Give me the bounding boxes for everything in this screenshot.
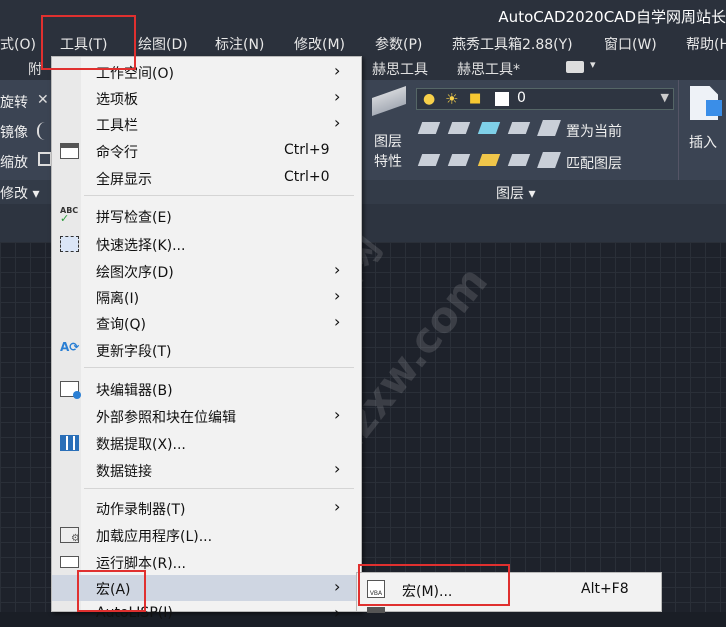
menu-modify[interactable]: 修改(M) <box>294 34 345 54</box>
update-field-icon: A⟳ <box>60 340 80 354</box>
chevron-right-icon: › <box>334 312 341 331</box>
color-swatch <box>495 92 509 106</box>
menu-item-update-fields[interactable]: A⟳ 更新字段(T) <box>52 337 361 363</box>
tools-dropdown-menu: 工作空间(O) › 选项板 › 工具栏 › 命令行 Ctrl+9 全屏显示 Ctrl+0 … <box>51 56 362 622</box>
chevron-right-icon: › <box>334 87 341 106</box>
bulb-icon: ● <box>423 91 436 107</box>
data-extraction-icon <box>60 435 79 451</box>
layer-tool-icon[interactable] <box>417 122 441 134</box>
match-layer-button[interactable]: 匹配图层 <box>566 153 622 173</box>
tab-partial[interactable]: 附 <box>28 59 42 79</box>
layer-name: 0 <box>517 90 526 106</box>
command-line-icon <box>60 143 79 159</box>
highlight-box-macro-submenu-item <box>358 564 510 606</box>
chevron-right-icon: › <box>334 405 341 424</box>
chevron-right-icon: › <box>334 286 341 305</box>
layer-tool-icon[interactable] <box>507 154 531 166</box>
block-editor-icon <box>60 381 81 399</box>
chevron-right-icon: › <box>334 113 341 132</box>
menu-item-data-links[interactable]: 数据链接 › <box>52 457 361 483</box>
menu-item-action-recorder[interactable]: 动作录制器(T) › <box>52 495 361 521</box>
highlight-box-macro-item <box>77 570 146 612</box>
menu-separator <box>84 488 354 489</box>
set-current-button[interactable]: 置为当前 <box>566 121 622 141</box>
menu-item-data-extraction[interactable]: 数据提取(X)... <box>52 430 361 456</box>
chevron-right-icon: › <box>334 497 341 516</box>
spell-check-icon: ABC ✓ <box>60 206 79 225</box>
menu-item-load-application[interactable]: ⚙ 加载应用程序(L)... <box>52 522 361 548</box>
sun-icon: ☀ <box>445 90 459 108</box>
chevron-right-icon: › <box>334 459 341 478</box>
menu-help[interactable]: 帮助(H <box>686 34 726 54</box>
lock-icon: ■ <box>469 91 482 106</box>
curve-tool-icon[interactable] <box>37 122 49 140</box>
menu-window[interactable]: 窗口(W) <box>604 34 657 54</box>
menu-draw[interactable]: 绘图(D) <box>138 34 188 54</box>
layer-tool-icon[interactable] <box>477 154 501 166</box>
tab-hesi-tools-star[interactable]: 赫思工具* <box>457 59 520 79</box>
tab-hesi-tools[interactable]: 赫思工具 <box>372 59 428 79</box>
insert-button[interactable]: 插入 <box>689 132 717 152</box>
menu-item-spell-check[interactable]: ABC ✓ 拼写检查(E) <box>52 203 361 229</box>
chevron-down-icon[interactable]: ▾ <box>590 58 596 71</box>
array-tool-icon[interactable] <box>38 152 52 166</box>
layer-tool-icon[interactable] <box>447 122 471 134</box>
scale-button[interactable]: 缩放 <box>0 152 28 172</box>
layer-properties-icon[interactable] <box>372 86 406 116</box>
tab-extra-icon[interactable] <box>566 61 584 73</box>
run-script-icon <box>60 556 79 568</box>
layer-lock-icon[interactable] <box>507 122 531 134</box>
macro-item-shortcut: Alt+F8 <box>581 581 629 597</box>
menu-item-command-line[interactable]: 命令行 Ctrl+9 <box>52 138 361 164</box>
chevron-right-icon: › <box>334 61 341 80</box>
menu-item-block-editor[interactable]: 块编辑器(B) <box>52 376 361 402</box>
next-item-icon <box>367 607 385 613</box>
window-title: AutoCAD2020CAD自学网周站长 <box>498 8 726 26</box>
menu-item-inquiry[interactable]: 查询(Q) › <box>52 310 361 336</box>
chevron-right-icon: › <box>334 603 341 622</box>
menu-dimension[interactable]: 标注(N) <box>215 34 264 54</box>
modify-panel-title[interactable]: 修改 ▾ <box>0 183 39 203</box>
menu-format[interactable]: 式(O) <box>0 34 36 54</box>
menu-item-toolbars[interactable]: 工具栏 › <box>52 111 361 137</box>
highlight-box-tools-menu <box>41 15 136 70</box>
layer-panel-title[interactable]: 图层 ▾ <box>496 183 535 203</box>
menu-item-palettes[interactable]: 选项板 › <box>52 85 361 111</box>
match-layer-icon[interactable] <box>537 152 561 168</box>
menu-separator <box>84 195 354 196</box>
chevron-right-icon: › <box>334 577 341 596</box>
chevron-down-icon: ▼ <box>660 91 669 104</box>
layer-properties-button[interactable]: 图层 特性 <box>374 132 402 172</box>
menu-item-fullscreen[interactable]: 全屏显示 Ctrl+0 <box>52 165 361 191</box>
menu-parameters[interactable]: 参数(P) <box>375 34 422 54</box>
load-application-icon: ⚙ <box>60 527 80 544</box>
menu-item-quick-select[interactable]: 快速选择(K)... <box>52 231 361 257</box>
layer-tool-icon[interactable] <box>417 154 441 166</box>
menu-separator <box>84 367 354 368</box>
rotate-button[interactable]: 旋转 <box>0 92 28 112</box>
move-tool-icon[interactable]: ✕ <box>37 92 51 108</box>
quick-select-icon <box>60 236 79 252</box>
mirror-button[interactable]: 镜像 <box>0 122 28 142</box>
layer-dropdown[interactable]: ● ☀ ■ 0 ▼ <box>416 88 674 110</box>
set-current-icon[interactable] <box>537 120 561 136</box>
menu-item-draw-order[interactable]: 绘图次序(D) › <box>52 258 361 284</box>
layer-freeze-icon[interactable] <box>477 122 501 134</box>
layer-tool-icon[interactable] <box>447 154 471 166</box>
menu-yanxiu-toolbox[interactable]: 燕秀工具箱2.88(Y) <box>452 34 573 54</box>
menu-item-xref-inplace-edit[interactable]: 外部参照和块在位编辑 › <box>52 403 361 429</box>
menu-item-isolate[interactable]: 隔离(I) › <box>52 284 361 310</box>
chevron-right-icon: › <box>334 260 341 279</box>
insert-badge-icon <box>706 100 722 116</box>
